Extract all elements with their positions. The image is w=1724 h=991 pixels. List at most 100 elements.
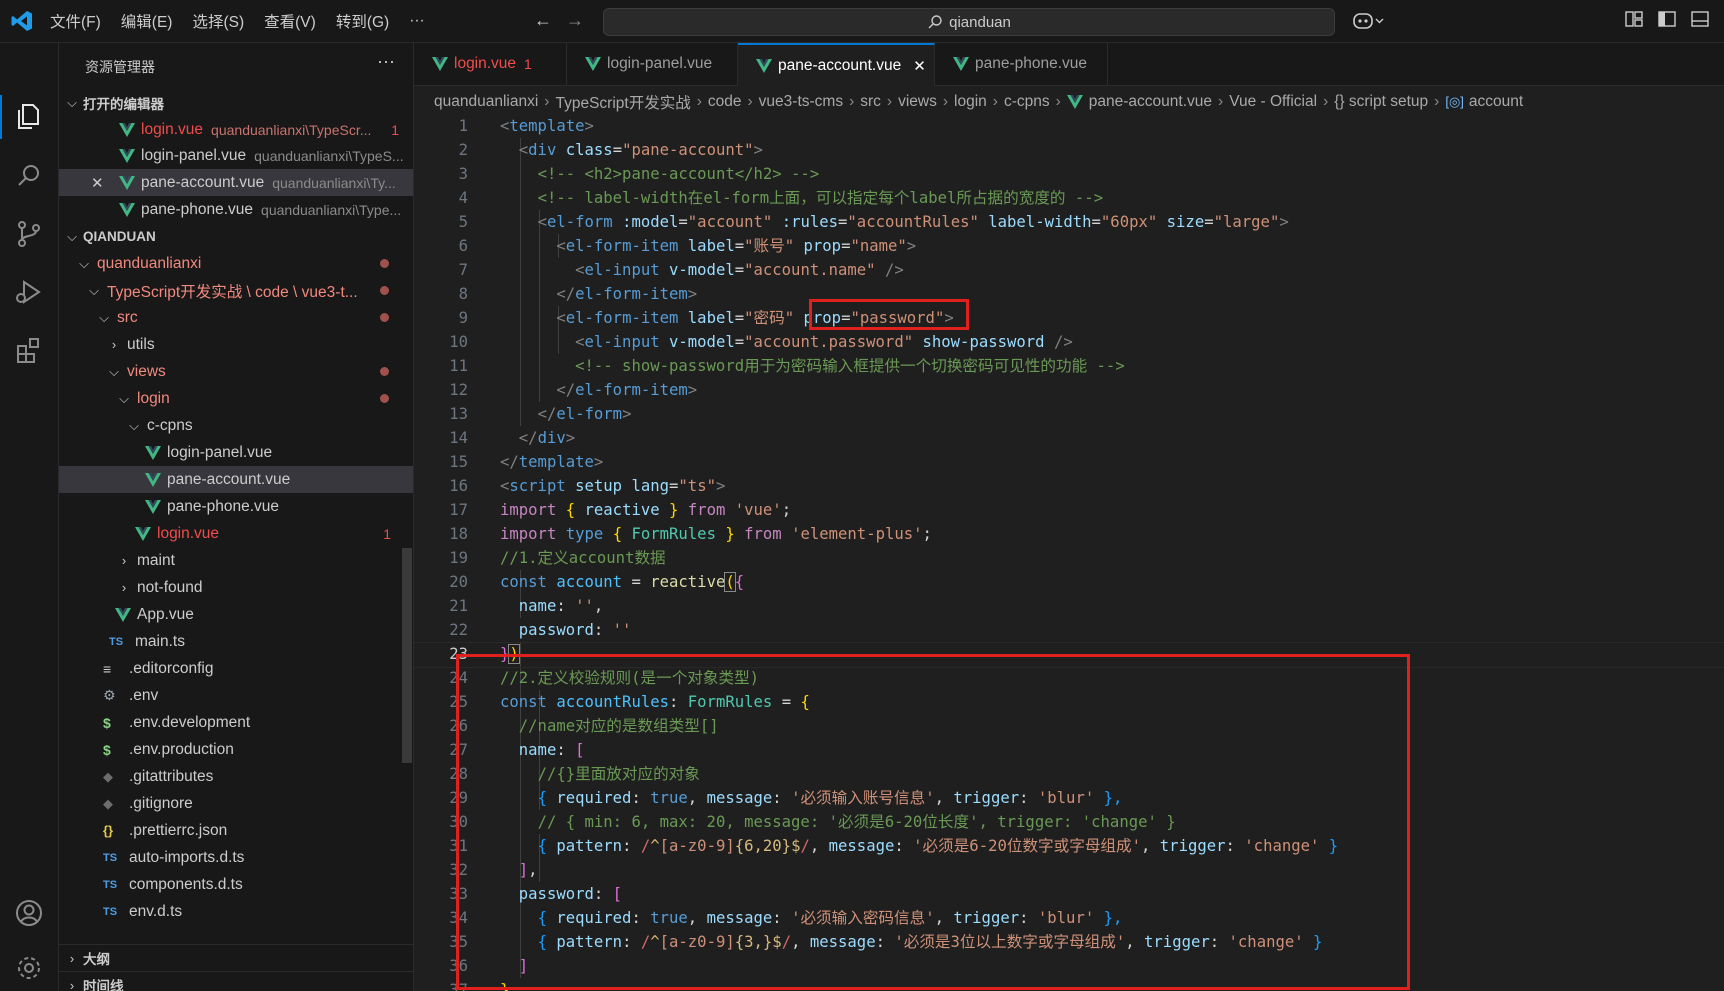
forward-arrow-icon[interactable]: → xyxy=(566,10,584,31)
tree-file-pane-phone[interactable]: pane-phone.vue xyxy=(59,493,413,520)
token: el-form xyxy=(546,213,613,231)
code-text: name: '', xyxy=(500,594,604,618)
breadcrumb-item[interactable]: vue3-ts-cms xyxy=(759,93,843,111)
tree-file-gitattributes[interactable]: ◆ .gitattributes xyxy=(59,763,413,790)
tree-file-prettierrc[interactable]: {} .prettierrc.json xyxy=(59,817,413,844)
code-line: 1 <template> xyxy=(414,114,1724,138)
tree-file-main-ts[interactable]: TS main.ts xyxy=(59,628,413,655)
tree-folder-quanduanlianxi[interactable]: ⌵ quanduanlianxi xyxy=(59,250,413,277)
tree-folder-views[interactable]: ⌵ views xyxy=(59,358,413,385)
chevron-down-icon: ⌵ xyxy=(67,228,77,244)
tree-folder-src[interactable]: ⌵ src xyxy=(59,304,413,331)
breadcrumb-item[interactable]: account xyxy=(1469,93,1523,111)
token: const xyxy=(500,573,547,591)
open-editor-login-panel[interactable]: login-panel.vue quanduanlianxi\TypeS... xyxy=(59,142,413,169)
tree-folder-not-found[interactable]: › not-found xyxy=(59,574,413,601)
close-tab-icon[interactable]: ✕ xyxy=(913,57,926,75)
code-line: 7 <el-input v-model="account.name" /> xyxy=(414,258,1724,282)
workspace-header[interactable]: ⌵ QIANDUAN xyxy=(59,223,413,250)
tree-folder-maint[interactable]: › maint xyxy=(59,547,413,574)
tree-label: .env xyxy=(129,686,159,704)
vue-file-icon xyxy=(585,57,601,71)
sidebar-scrollbar[interactable] xyxy=(402,548,412,763)
outline-header[interactable]: › 大纲 xyxy=(59,946,413,970)
explorer-more-actions[interactable]: ··· xyxy=(377,51,395,72)
tree-file-editorconfig[interactable]: ≡ .editorconfig xyxy=(59,655,413,682)
tree-file-app-vue[interactable]: App.vue xyxy=(59,601,413,628)
tab-login-vue[interactable]: login.vue 1 xyxy=(414,43,567,85)
menu-edit[interactable]: 编辑(E) xyxy=(121,10,173,32)
run-debug-icon[interactable] xyxy=(13,276,45,308)
tab-pane-account[interactable]: pane-account.vue ✕ xyxy=(738,43,935,86)
tree-file-env-development[interactable]: $ .env.development xyxy=(59,709,413,736)
tree-file-login-panel[interactable]: login-panel.vue xyxy=(59,439,413,466)
code-text: </el-form-item> xyxy=(500,282,697,306)
breadcrumb-item[interactable]: Vue - Official xyxy=(1229,93,1317,111)
token: el-input xyxy=(584,333,660,351)
tree-file-env-d-ts[interactable]: TS env.d.ts xyxy=(59,898,413,925)
code-text: <template> xyxy=(500,114,594,138)
open-editor-pane-phone[interactable]: pane-phone.vue quanduanlianxi\Type... xyxy=(59,196,413,223)
tab-label: login.vue xyxy=(454,55,517,72)
menu-selection[interactable]: 选择(S) xyxy=(192,10,244,32)
chevron-right-icon: › xyxy=(121,580,127,595)
toggle-primary-sidebar-icon[interactable] xyxy=(1658,10,1676,28)
tree-file-env-production[interactable]: $ .env.production xyxy=(59,736,413,763)
open-editor-login-vue[interactable]: login.vue quanduanlianxi\TypeScr... 1 xyxy=(59,116,413,143)
breadcrumb-item[interactable]: src xyxy=(860,93,881,111)
open-editors-header[interactable]: ⌵ 打开的编辑器 xyxy=(59,89,413,116)
source-control-icon[interactable] xyxy=(13,218,45,250)
token: from xyxy=(687,501,726,519)
tree-folder-utils[interactable]: › utils xyxy=(59,331,413,358)
token: lang xyxy=(631,477,670,495)
settings-gear-icon[interactable] xyxy=(13,952,45,984)
extensions-icon[interactable] xyxy=(13,334,45,366)
tree-folder-login[interactable]: ⌵ login xyxy=(59,385,413,412)
menu-view[interactable]: 查看(V) xyxy=(264,10,316,32)
tree-folder-c-cpns[interactable]: ⌵ c-cpns xyxy=(59,412,413,439)
breadcrumb-item[interactable]: TypeScript开发实战 xyxy=(555,91,690,113)
breadcrumb-item[interactable]: login xyxy=(954,93,987,111)
tree-file-env[interactable]: ⚙ .env xyxy=(59,682,413,709)
breadcrumb-item[interactable]: quanduanlianxi xyxy=(434,93,538,111)
menu-file[interactable]: 文件(F) xyxy=(50,10,101,32)
tree-file-gitignore[interactable]: ◆ .gitignore xyxy=(59,790,413,817)
customize-layout-icon[interactable] xyxy=(1625,10,1643,28)
token: size xyxy=(1166,213,1205,231)
token: <!-- show-password用于为密码输入框提供一个切换密码可见性的功能… xyxy=(575,357,1125,375)
tree-file-components-d-ts[interactable]: TS components.d.ts xyxy=(59,871,413,898)
modified-dot xyxy=(380,367,389,376)
code-line: 17 import { reactive } from 'vue'; xyxy=(414,498,1724,522)
token: /> xyxy=(1053,333,1073,351)
close-editor-icon[interactable]: ✕ xyxy=(91,174,104,192)
tab-login-panel[interactable]: login-panel.vue xyxy=(567,43,738,85)
menu-go[interactable]: 转到(G) xyxy=(336,10,389,32)
tree-file-auto-imports[interactable]: TS auto-imports.d.ts xyxy=(59,844,413,871)
copilot-icon[interactable] xyxy=(1352,10,1386,32)
title-bar: 文件(F) 编辑(E) 选择(S) 查看(V) 转到(G) ··· ← → qi… xyxy=(0,0,1724,43)
vue-file-icon xyxy=(119,175,135,190)
toggle-panel-icon[interactable] xyxy=(1691,10,1709,28)
command-center-search[interactable]: qianduan xyxy=(603,8,1335,36)
code-editor[interactable]: 1 <template> 2 <div class="pane-account">… xyxy=(414,114,1724,991)
breadcrumb-item[interactable]: {} script setup xyxy=(1334,93,1428,111)
explorer-icon[interactable] xyxy=(13,100,45,132)
token: "账号" xyxy=(744,237,795,255)
breadcrumb-item[interactable]: code xyxy=(708,93,742,111)
back-arrow-icon[interactable]: ← xyxy=(534,10,552,31)
search-sidebar-icon[interactable] xyxy=(13,160,45,192)
menu-more[interactable]: ··· xyxy=(409,12,425,30)
timeline-header[interactable]: › 时间线 xyxy=(59,973,413,991)
vue-file-icon xyxy=(135,526,151,541)
breadcrumb-item[interactable]: views xyxy=(898,93,937,111)
code-text: </template> xyxy=(500,450,603,474)
tree-folder-typescript[interactable]: ⌵ TypeScript开发实战 \ code \ vue3-t... xyxy=(59,277,413,304)
breadcrumb-item[interactable]: c-cpns xyxy=(1004,93,1050,111)
chevron-right-icon: › xyxy=(111,337,117,352)
open-editor-pane-account[interactable]: ✕ pane-account.vue quanduanlianxi\Ty... xyxy=(59,169,413,196)
accounts-icon[interactable] xyxy=(13,897,45,929)
tree-file-login-vue[interactable]: login.vue 1 xyxy=(59,520,413,547)
tree-file-pane-account[interactable]: pane-account.vue xyxy=(59,466,413,493)
tab-pane-phone[interactable]: pane-phone.vue xyxy=(935,43,1108,85)
breadcrumb-item[interactable]: pane-account.vue xyxy=(1089,93,1212,111)
